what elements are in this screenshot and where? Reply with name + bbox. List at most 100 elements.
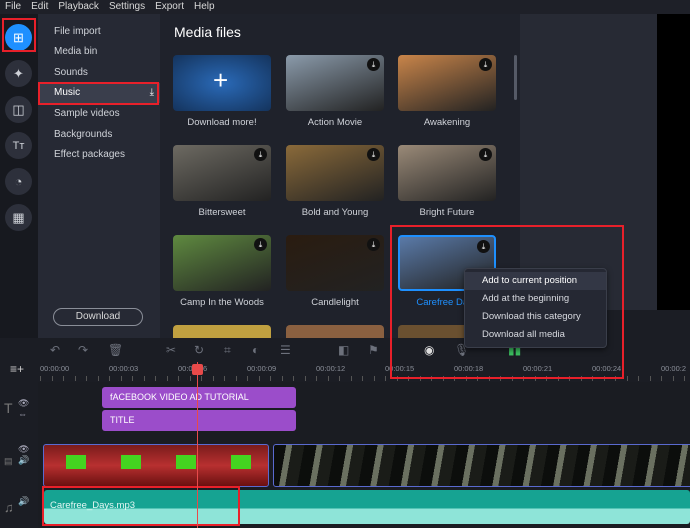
ruler-tick	[649, 376, 651, 381]
ruler-tick	[178, 376, 179, 381]
category-sample-videos[interactable]: Sample videos	[38, 104, 160, 124]
download-icon[interactable]: ⤓	[479, 58, 492, 71]
download-icon[interactable]: ⤓	[254, 148, 267, 161]
ruler-tick	[40, 376, 41, 381]
video-clip-green-screen[interactable]	[43, 444, 269, 487]
ruler-tick	[626, 376, 628, 381]
highlight-box	[38, 82, 159, 105]
menu-edit[interactable]: Edit	[26, 0, 53, 14]
playhead-handle[interactable]	[192, 364, 203, 375]
media-label: Camp In the Woods	[180, 297, 264, 308]
flag-icon[interactable]: ⚑	[368, 343, 379, 357]
clip-label: TITLE	[110, 415, 135, 425]
download-icon[interactable]: ⤓	[254, 238, 267, 251]
media-thumbnail[interactable]: ⤓	[286, 55, 384, 111]
media-label: Action Movie	[307, 117, 363, 128]
ruler-tick	[51, 376, 53, 381]
rotate-icon[interactable]: ↻	[194, 343, 204, 357]
ruler-tick	[201, 376, 202, 381]
ruler-tick	[327, 376, 329, 381]
ruler-tick	[97, 376, 99, 381]
menu-playback[interactable]: Playback	[53, 0, 104, 14]
volume-icon[interactable]: 🔊	[18, 455, 29, 466]
media-thumbnail[interactable]: ⤓	[398, 145, 496, 201]
category-media-bin[interactable]: Media bin	[38, 42, 160, 62]
media-thumbnail[interactable]: ⤓	[173, 145, 271, 201]
media-thumbnail[interactable]: ⤓	[286, 145, 384, 201]
more-icon[interactable]: ▦	[5, 204, 32, 231]
undo-icon[interactable]: ↶	[50, 343, 60, 357]
clip-label: fACEBOOK VIDEO AD TUTORIAL	[110, 392, 249, 402]
title-clip[interactable]: fACEBOOK VIDEO AD TUTORIAL	[102, 387, 296, 408]
ruler-tick	[339, 376, 340, 381]
category-sounds[interactable]: Sounds	[38, 63, 160, 83]
adjust-icon[interactable]: ☰	[280, 343, 291, 357]
panel-title: Media files	[174, 24, 241, 40]
media-thumbnail[interactable]: ⤓	[173, 235, 271, 291]
download-button[interactable]: Download	[53, 308, 143, 326]
lock-icon[interactable]: ⇔	[18, 409, 27, 419]
ruler-tick	[684, 376, 685, 381]
media-label: Download more!	[187, 117, 257, 128]
ruler-tick	[120, 376, 122, 381]
ruler-tick	[166, 376, 168, 381]
cut-icon[interactable]: ✂	[166, 343, 176, 357]
scrollbar[interactable]	[514, 55, 517, 100]
magic-wand-icon[interactable]: ✦	[5, 60, 32, 87]
visibility-icon[interactable]: 👁	[18, 444, 29, 455]
playhead[interactable]	[197, 362, 198, 528]
media-label: Bittersweet	[198, 207, 246, 218]
overlay-icon[interactable]: ◧	[338, 343, 349, 357]
visibility-icon[interactable]: 👁	[18, 398, 29, 409]
menu-file[interactable]: File	[0, 0, 26, 14]
trash-icon[interactable]: 🗑	[108, 343, 123, 357]
add-track-icon[interactable]: ≡+	[10, 362, 24, 376]
ruler-tick	[270, 376, 271, 381]
music-track-icon: ♫	[4, 500, 14, 515]
download-icon[interactable]: ⤓	[367, 58, 380, 71]
ruler-tick	[362, 376, 363, 381]
ruler-label: 00:00:2	[661, 364, 687, 373]
redo-icon[interactable]: ↷	[78, 343, 88, 357]
category-effect-packages[interactable]: Effect packages	[38, 145, 160, 165]
stickers-icon[interactable]: ◔	[5, 168, 32, 195]
media-thumbnail[interactable]: ⤓	[398, 55, 496, 111]
titles-icon[interactable]: Tт	[5, 132, 32, 159]
video-track-icon: ▤	[4, 456, 13, 466]
ruler-tick	[350, 376, 352, 381]
ruler-tick	[373, 376, 375, 381]
category-file-import[interactable]: File import	[38, 22, 160, 42]
media-label: Bright Future	[419, 207, 475, 218]
plus-icon: +	[213, 65, 229, 95]
ruler-tick	[86, 376, 87, 381]
ruler-label: 00:00:09	[247, 364, 277, 373]
download-icon[interactable]: ⤓	[367, 238, 380, 251]
ruler-tick	[155, 376, 156, 381]
ruler-tick	[109, 376, 110, 381]
color-icon[interactable]: ◐	[252, 343, 259, 357]
menu-help[interactable]: Help	[189, 0, 220, 14]
ruler-tick	[247, 376, 248, 381]
title-clip[interactable]: TITLE	[102, 410, 296, 431]
video-clip-money[interactable]	[273, 444, 690, 487]
category-backgrounds[interactable]: Backgrounds	[38, 125, 160, 145]
media-thumbnail[interactable]	[286, 325, 384, 338]
ruler-tick	[661, 376, 662, 381]
ruler-tick	[638, 376, 639, 381]
media-thumbnail[interactable]	[173, 325, 271, 338]
download-icon[interactable]: ⤓	[479, 148, 492, 161]
ruler-tick	[258, 376, 260, 381]
download-icon[interactable]: ⤓	[367, 148, 380, 161]
ruler-tick	[672, 376, 674, 381]
media-thumbnail[interactable]: +	[173, 55, 271, 111]
ruler-tick	[143, 376, 145, 381]
crop-icon[interactable]: ⌗	[224, 343, 231, 358]
media-thumbnail[interactable]: ⤓	[286, 235, 384, 291]
menu-export[interactable]: Export	[150, 0, 189, 14]
menu-settings[interactable]: Settings	[104, 0, 150, 14]
highlight-box	[390, 225, 624, 379]
volume-icon[interactable]: 🔊	[18, 496, 29, 507]
transition-icon[interactable]: ◫	[5, 96, 32, 123]
highlight-box	[2, 18, 36, 52]
menu-bar: File Edit Playback Settings Export Help	[0, 0, 690, 14]
